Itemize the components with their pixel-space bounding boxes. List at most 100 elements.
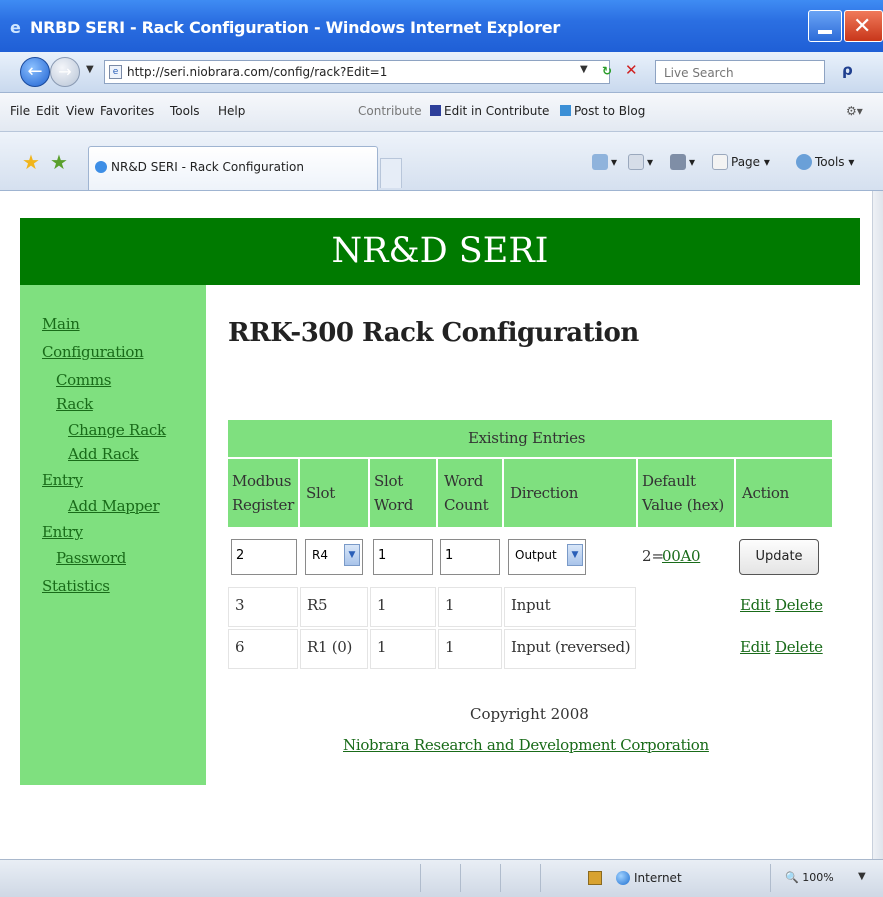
sidebar-link-rack[interactable]: Rack	[56, 395, 93, 413]
window-title: NRBD SERI - Rack Configuration - Windows…	[30, 18, 560, 37]
menu-bar: File Edit View Favorites Tools Help Cont…	[0, 93, 883, 132]
delete-link[interactable]: Delete	[775, 638, 823, 656]
search-icon[interactable]: ρ	[842, 61, 853, 79]
sidebar-link-add-mapper[interactable]: Add Mapper	[68, 497, 160, 515]
back-arrow-icon: ←	[27, 61, 43, 82]
blog-icon	[560, 105, 571, 116]
menu-view[interactable]: View	[66, 104, 94, 118]
address-field[interactable]: e http://seri.niobrara.com/config/rack?E…	[104, 60, 610, 84]
sidebar-nav: Main Configuration Comms Rack Change Rac…	[20, 285, 206, 785]
direction-dropdown-icon: ▼	[567, 544, 583, 566]
default-value-link[interactable]: 00A0	[662, 547, 701, 565]
copyright-text: Copyright 2008	[470, 705, 589, 723]
status-divider	[420, 864, 421, 892]
sidebar-link-entry-2[interactable]: Entry	[42, 523, 83, 541]
menu-tools[interactable]: Tools	[170, 104, 200, 118]
delete-link[interactable]: Delete	[775, 596, 823, 614]
address-dropdown-icon[interactable]: ▼	[580, 64, 588, 75]
status-divider	[460, 864, 461, 892]
page-icon: e	[109, 65, 122, 79]
cell-modbus: 6	[228, 629, 298, 669]
slot-word-input[interactable]: 1	[373, 539, 433, 575]
zoom-dropdown-icon[interactable]: ▼	[858, 871, 866, 882]
status-bar: Internet 🔍 100% ▼	[0, 859, 883, 897]
contribute-label: Contribute	[358, 104, 422, 118]
favorites-star-icon[interactable]: ★	[22, 150, 40, 174]
stop-icon[interactable]: ✕	[625, 61, 638, 79]
minimize-button[interactable]	[808, 10, 842, 42]
cell-slot: R5	[300, 587, 368, 627]
modbus-register-input[interactable]: 2	[231, 539, 297, 575]
header-action: Action	[736, 459, 832, 527]
post-to-blog-button[interactable]: Post to Blog	[560, 104, 645, 118]
zoom-level[interactable]: 🔍 100%	[785, 871, 834, 884]
add-favorites-icon[interactable]: ★	[50, 150, 68, 174]
forward-button[interactable]: →	[50, 57, 80, 87]
sidebar-link-main[interactable]: Main	[42, 315, 80, 333]
sidebar-link-configuration[interactable]: Configuration	[42, 343, 144, 361]
sidebar-link-statistics[interactable]: Statistics	[42, 577, 110, 595]
new-tab-button[interactable]	[380, 158, 402, 188]
window-title-bar: e NRBD SERI - Rack Configuration - Windo…	[0, 0, 883, 53]
sidebar-link-add-rack[interactable]: Add Rack	[68, 445, 139, 463]
feeds-icon	[628, 154, 644, 170]
sidebar-link-change-rack[interactable]: Change Rack	[68, 421, 166, 439]
cell-word-count: 1	[438, 587, 502, 627]
minimize-icon	[818, 30, 832, 34]
table-caption: Existing Entries	[228, 420, 832, 457]
search-input[interactable]	[662, 62, 816, 84]
edit-link[interactable]: Edit	[740, 596, 770, 614]
slot-select[interactable]: R4 ▼	[305, 539, 363, 575]
direction-select[interactable]: Output ▼	[508, 539, 586, 575]
search-field[interactable]	[655, 60, 825, 84]
home-button[interactable]: ▾	[592, 154, 617, 170]
default-value-prefix: 2=	[642, 547, 665, 565]
tab-active[interactable]: NR&D SERI - Rack Configuration	[88, 146, 378, 190]
vertical-scrollbar[interactable]	[872, 191, 883, 859]
contribute-icon	[430, 105, 441, 116]
protected-mode-icon	[588, 871, 602, 885]
header-direction: Direction	[504, 459, 636, 527]
edit-link[interactable]: Edit	[740, 638, 770, 656]
tab-bar: ★ ★ NR&D SERI - Rack Configuration ▾ ▾ ▾…	[0, 132, 883, 191]
header-word-count: Word Count	[438, 459, 502, 527]
menu-help[interactable]: Help	[218, 104, 245, 118]
recent-pages-dropdown[interactable]: ▼	[86, 64, 94, 75]
refresh-icon[interactable]: ↻	[602, 64, 612, 78]
ie-logo-icon: e	[10, 18, 21, 37]
status-divider	[540, 864, 541, 892]
word-count-input[interactable]: 1	[440, 539, 500, 575]
status-divider	[770, 864, 771, 892]
edit-in-contribute-button[interactable]: Edit in Contribute	[430, 104, 549, 118]
cell-slot-word: 1	[370, 629, 436, 669]
update-button[interactable]: Update	[739, 539, 819, 575]
page-title: RRK-300 Rack Configuration	[228, 318, 639, 348]
print-button[interactable]: ▾	[670, 154, 695, 170]
sidebar-link-password[interactable]: Password	[56, 549, 126, 567]
company-link[interactable]: Niobrara Research and Development Corpor…	[343, 736, 709, 754]
tools-menu-button[interactable]: Tools ▾	[796, 154, 854, 170]
security-zone[interactable]: Internet	[616, 871, 682, 885]
close-icon: ✕	[853, 14, 872, 39]
page-menu-button[interactable]: Page ▾	[712, 154, 770, 170]
close-button[interactable]: ✕	[844, 10, 883, 42]
menu-file[interactable]: File	[10, 104, 30, 118]
feeds-button[interactable]: ▾	[628, 154, 653, 170]
menu-edit[interactable]: Edit	[36, 104, 59, 118]
cell-direction: Input	[504, 587, 636, 627]
cell-modbus: 3	[228, 587, 298, 627]
header-slot: Slot	[300, 459, 368, 527]
tab-label: NR&D SERI - Rack Configuration	[111, 160, 304, 174]
sidebar-link-comms[interactable]: Comms	[56, 371, 111, 389]
toolbar-options-icon[interactable]: ⚙▾	[846, 104, 863, 118]
tools-gear-icon	[796, 154, 812, 170]
back-button[interactable]: ←	[20, 57, 50, 87]
site-banner: NR&D SERI	[20, 218, 860, 285]
cell-direction: Input (reversed)	[504, 629, 636, 669]
tab-page-icon	[95, 161, 107, 173]
header-slot-word: Slot Word	[370, 459, 436, 527]
header-modbus-register: Modbus Register	[228, 459, 298, 527]
url-text[interactable]: http://seri.niobrara.com/config/rack?Edi…	[127, 65, 387, 79]
menu-favorites[interactable]: Favorites	[100, 104, 154, 118]
sidebar-link-entry[interactable]: Entry	[42, 471, 83, 489]
